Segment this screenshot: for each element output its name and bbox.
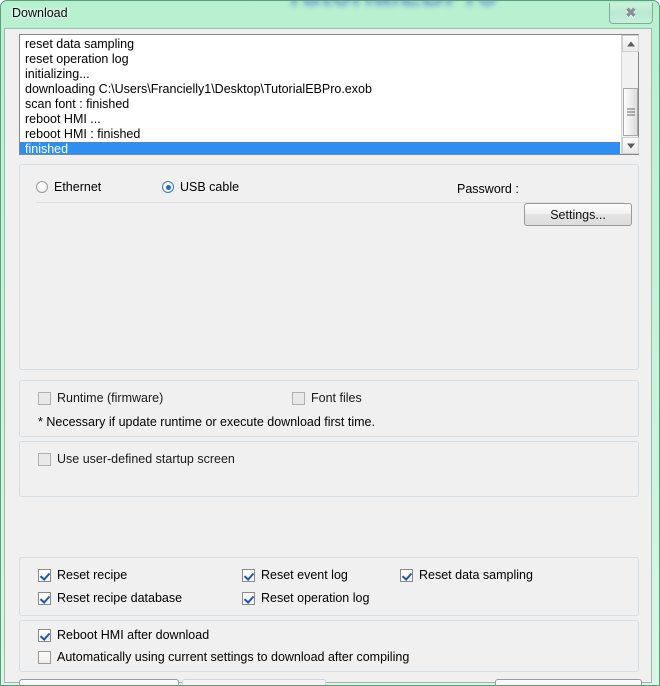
checkbox-auto-download-after-compiling-label: Automatically using current settings to … (57, 650, 410, 664)
exit-button[interactable]: Exit (495, 679, 642, 685)
checkbox-reset-operation-log-box (242, 591, 255, 605)
dialog-client-area: reset data sampling reset operation log … (4, 28, 652, 685)
download-button[interactable]: Download (19, 679, 179, 685)
close-icon: ✖ (625, 5, 637, 20)
radio-usb-cable-indicator (162, 181, 174, 193)
title-bar: Download ✖ (1, 1, 659, 28)
log-line-selected[interactable]: finished (20, 142, 620, 154)
checkbox-reset-operation-log-label: Reset operation log (261, 591, 370, 605)
radio-ethernet-indicator (36, 181, 48, 193)
checkbox-runtime-firmware-box (38, 391, 51, 405)
checkbox-reset-data-sampling-label: Reset data sampling (419, 568, 533, 582)
checkbox-reboot-hmi-after-download-label: Reboot HMI after download (57, 628, 210, 642)
download-log-list[interactable]: reset data sampling reset operation log … (20, 35, 620, 154)
checkbox-runtime-firmware[interactable]: Runtime (firmware) (38, 391, 163, 405)
runtime-panel: Runtime (firmware) Font files * Necessar… (19, 380, 639, 437)
checkbox-reset-recipe-database[interactable]: Reset recipe database (38, 591, 182, 605)
checkbox-auto-download-after-compiling[interactable]: Automatically using current settings to … (38, 650, 409, 664)
log-line[interactable]: initializing... (23, 67, 620, 82)
checkbox-reset-recipe[interactable]: Reset recipe (38, 568, 127, 582)
startup-screen-panel: Use user-defined startup screen (19, 441, 639, 497)
checkbox-reset-event-log-label: Reset event log (261, 568, 348, 582)
close-button[interactable]: ✖ (609, 3, 653, 24)
log-line[interactable]: downloading C:\Users\Francielly1\Desktop… (23, 82, 620, 97)
log-scrollbar[interactable] (621, 35, 639, 154)
reset-options-panel: Reset recipe Reset event log Reset data … (19, 557, 639, 616)
radio-ethernet[interactable]: Ethernet (36, 180, 101, 194)
checkbox-font-files[interactable]: Font files (292, 391, 362, 405)
checkbox-user-defined-startup-screen-box (38, 452, 51, 466)
checkbox-reset-event-log[interactable]: Reset event log (242, 568, 348, 582)
scrollbar-thumb[interactable] (623, 88, 638, 136)
checkbox-user-defined-startup-screen-label: Use user-defined startup screen (57, 452, 235, 466)
scroll-up-icon[interactable] (622, 35, 639, 52)
scroll-down-icon[interactable] (622, 137, 639, 154)
checkbox-reset-recipe-label: Reset recipe (57, 568, 128, 582)
checkbox-reset-data-sampling-box (400, 568, 413, 582)
checkbox-reset-operation-log[interactable]: Reset operation log (242, 591, 369, 605)
download-log-box: reset data sampling reset operation log … (19, 34, 639, 155)
checkbox-font-files-label: Font files (311, 391, 362, 405)
runtime-note: * Necessary if update runtime or execute… (38, 415, 375, 429)
reboot-options-panel: Reboot HMI after download Automatically … (19, 620, 639, 672)
stop-button: Stop (182, 679, 326, 685)
download-dialog-window: TutorialEBPro Download ✖ reset data samp… (0, 0, 660, 686)
checkbox-font-files-box (292, 391, 305, 405)
window-title: Download (12, 6, 68, 20)
radio-usb-cable-label: USB cable (180, 180, 240, 194)
checkbox-reset-recipe-database-box (38, 591, 51, 605)
log-line[interactable]: reset operation log (23, 52, 620, 67)
log-line[interactable]: reboot HMI : finished (23, 127, 620, 142)
radio-usb-cable[interactable]: USB cable (162, 180, 239, 194)
checkbox-reset-recipe-database-label: Reset recipe database (57, 591, 183, 605)
checkbox-reset-event-log-box (242, 568, 255, 582)
checkbox-user-defined-startup-screen[interactable]: Use user-defined startup screen (38, 452, 235, 466)
checkbox-reset-data-sampling[interactable]: Reset data sampling (400, 568, 533, 582)
connection-panel: Ethernet USB cable Password : (19, 164, 639, 370)
log-line[interactable]: reset data sampling (23, 37, 620, 52)
checkbox-reboot-hmi-after-download-box (38, 628, 51, 642)
password-label: Password : (457, 182, 519, 196)
radio-ethernet-label: Ethernet (54, 180, 102, 194)
settings-button[interactable]: Settings... (524, 203, 632, 226)
log-line[interactable]: scan font : finished (23, 97, 620, 112)
checkbox-auto-download-after-compiling-box (38, 650, 51, 664)
checkbox-runtime-firmware-label: Runtime (firmware) (57, 391, 164, 405)
checkbox-reboot-hmi-after-download[interactable]: Reboot HMI after download (38, 628, 209, 642)
log-line[interactable]: reboot HMI ... (23, 112, 620, 127)
checkbox-reset-recipe-box (38, 568, 51, 582)
